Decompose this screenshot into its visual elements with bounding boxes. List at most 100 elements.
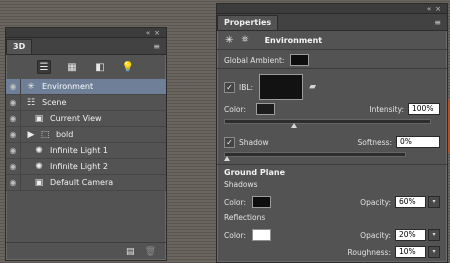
scene-icon: ☷ [26,97,36,108]
properties-header: ✳ ⛯ Environment [217,31,447,50]
layer-list: ◉ ✳ Environment ◉ ☷ Scene ◉ ▣ Current Vi… [6,79,166,191]
roughness-row: Roughness: 10% ▾ [224,246,440,258]
shadows-section-row: Shadows [224,180,440,189]
filter-lights-icon[interactable]: 💡 [121,60,135,74]
add-object-icon[interactable]: ▤ [126,247,135,257]
intensity-label: Intensity: [369,104,404,114]
ground-plane-row: Ground Plane [224,168,440,177]
global-ambient-swatch[interactable] [290,54,310,66]
properties-panel: « × Properties ≡ ✳ ⛯ Environment Global … [216,3,448,263]
ground-plane-title: Ground Plane [224,168,286,177]
folder-icon[interactable]: ▰ [309,82,316,92]
reflections-color-swatch[interactable] [251,229,271,241]
filter-whole-scene-icon[interactable]: ☰ [37,60,51,74]
ibl-checkbox[interactable]: ✓ [224,81,235,93]
visibility-eye-icon[interactable]: ◉ [6,162,20,171]
reflections-opacity-label: Opacity: [360,230,391,240]
reflections-color-label: Color: [224,230,246,240]
tab-properties[interactable]: Properties [217,15,279,30]
shadow-label: Shadow [239,137,269,147]
ibl-row: ✓ IBL: ▰ [224,74,440,100]
ibl-texture-swatch[interactable] [259,74,304,100]
panel-3d-topbar: « × [6,28,166,38]
panel-3d: « × 3D ≡ ☰ ▦ ◧ 💡 ◉ ✳ Environment ◉ ☷ Sce… [5,27,167,261]
layer-row-bold[interactable]: ◉ ▶ ⬚ bold [6,127,166,143]
properties-topbar: « × [217,4,447,14]
tab-3d[interactable]: 3D [6,39,33,54]
properties-tabbar: Properties ≡ [217,14,447,31]
panel-menu-icon[interactable]: ≡ [153,42,160,51]
shadow-checkbox[interactable]: ✓ [224,136,235,148]
shadows-color-label: Color: [224,197,246,207]
panel-3d-tabbar: 3D ≡ [6,38,166,55]
shadows-opacity-label: Opacity: [360,197,391,207]
camera-icon: ▣ [34,177,44,188]
global-ambient-row: Global Ambient: [224,54,440,66]
light-color-swatch[interactable] [255,103,275,115]
intensity-slider[interactable] [224,119,431,124]
global-ambient-label: Global Ambient: [224,55,285,65]
layer-label: Infinite Light 1 [50,146,108,155]
intensity-input[interactable]: 100% [408,103,440,115]
layer-row-infinite-light-1[interactable]: ◉ ✺ Infinite Light 1 [6,143,166,159]
layer-label: Default Camera [50,178,114,187]
visibility-eye-icon[interactable]: ◉ [6,178,20,187]
layer-label: Infinite Light 2 [50,162,108,171]
chevron-down-icon[interactable]: ▾ [428,246,440,258]
environment-icon[interactable]: ✳ [225,35,233,46]
environment-icon: ✳ [27,81,35,92]
close-icon[interactable]: × [154,29,160,37]
layer-row-current-view[interactable]: ◉ ▣ Current View [6,111,166,127]
visibility-eye-icon[interactable]: ◉ [6,98,20,107]
color-intensity-row: Color: Intensity: 100% [224,103,440,115]
shadow-row: ✓ Shadow Softness: 0% [224,136,440,148]
color-label: Color: [224,104,246,114]
reflections-label: Reflections [224,213,266,222]
chevron-down-icon[interactable]: ▾ [428,229,440,241]
visibility-eye-icon[interactable]: ◉ [6,82,20,91]
shadows-color-opacity-row: Color: Opacity: 60% ▾ [224,196,440,208]
panel-3d-footer: ▤ 🗑 [6,242,166,260]
chevron-down-icon[interactable]: ▾ [428,196,440,208]
shadows-color-swatch[interactable] [251,196,271,208]
reflections-opacity-input[interactable]: 20% [395,229,426,241]
properties-title: Environment [264,35,323,45]
layer-row-infinite-light-2[interactable]: ◉ ✺ Infinite Light 2 [6,159,166,175]
visibility-eye-icon[interactable]: ◉ [6,114,20,123]
shadows-label: Shadows [224,180,258,189]
reflections-color-opacity-row: Color: Opacity: 20% ▾ [224,229,440,241]
panel-menu-icon[interactable]: ≡ [434,18,441,27]
reflections-section-row: Reflections [224,213,440,222]
collapse-icon[interactable]: « [427,5,431,13]
visibility-eye-icon[interactable]: ◉ [6,130,20,139]
roughness-label: Roughness: [347,247,391,257]
layer-label: Environment [42,82,94,91]
intensity-slider-thumb[interactable] [291,123,297,128]
mesh-icon: ⬚ [40,129,50,140]
softness-label: Softness: [357,137,392,147]
light-icon: ✺ [35,145,43,156]
expand-arrow-icon[interactable]: ▶ [24,130,38,140]
layer-label: Scene [42,98,67,107]
panel-3d-toolbar: ☰ ▦ ◧ 💡 [6,55,166,80]
trash-icon[interactable]: 🗑 [145,247,156,257]
filter-materials-icon[interactable]: ◧ [93,60,107,74]
close-icon[interactable]: × [435,5,441,13]
scene-icon[interactable]: ⛯ [241,35,248,45]
roughness-input[interactable]: 10% [395,246,426,258]
filter-meshes-icon[interactable]: ▦ [65,60,79,74]
layer-row-environment[interactable]: ◉ ✳ Environment [6,79,166,95]
layer-row-scene[interactable]: ◉ ☷ Scene [6,95,166,111]
softness-input[interactable]: 0% [396,136,440,148]
layer-label: bold [56,130,74,139]
shadows-opacity-input[interactable]: 60% [395,196,426,208]
visibility-eye-icon[interactable]: ◉ [6,146,20,155]
layer-label: Current View [50,114,102,123]
light-icon: ✺ [35,161,43,172]
collapse-icon[interactable]: « [146,29,150,37]
softness-slider-thumb[interactable] [224,156,230,161]
ibl-label: IBL: [239,82,254,92]
softness-slider[interactable] [224,152,406,157]
layer-row-default-camera[interactable]: ◉ ▣ Default Camera [6,175,166,191]
camera-icon: ▣ [34,113,44,124]
